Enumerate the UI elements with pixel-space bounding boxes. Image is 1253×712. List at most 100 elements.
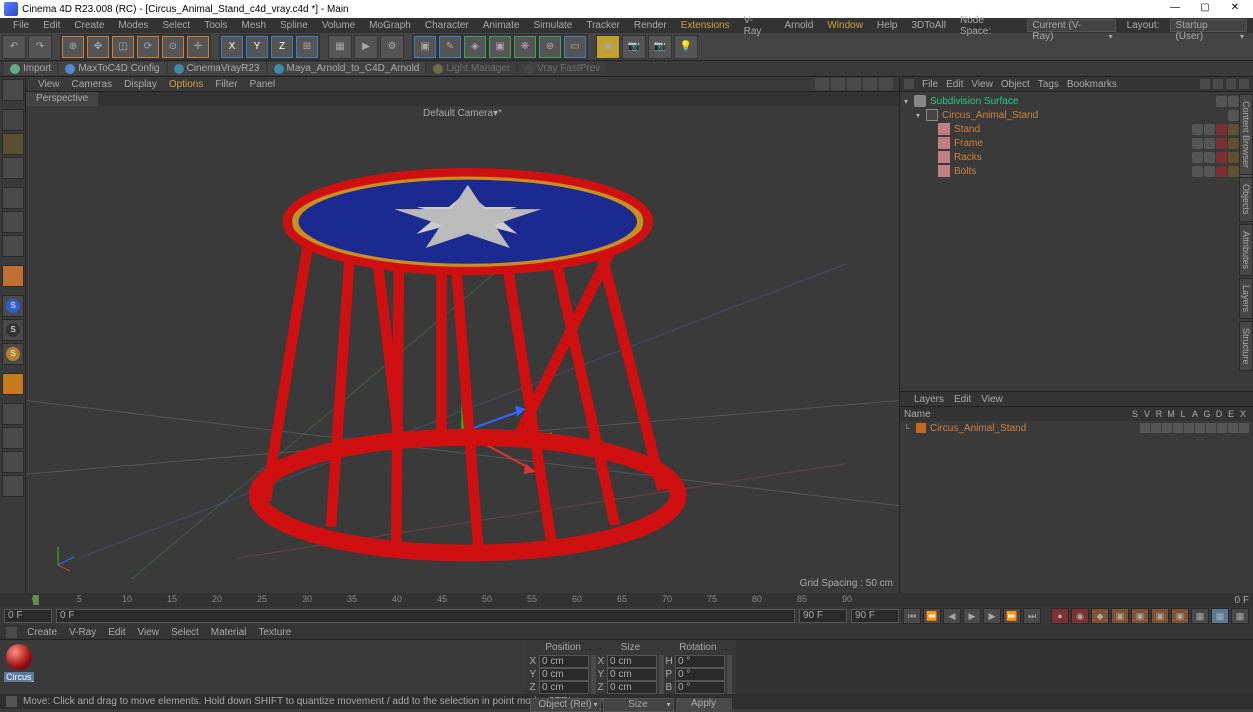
flag-x[interactable] xyxy=(1239,423,1249,433)
om-path-icon[interactable] xyxy=(1226,79,1236,89)
menu-mograph[interactable]: MoGraph xyxy=(362,20,418,31)
make-editable-button[interactable] xyxy=(2,79,24,101)
vp-layout-3[interactable] xyxy=(847,78,861,90)
field-button[interactable]: ⊛ xyxy=(538,35,562,59)
tab-perspective[interactable]: Perspective xyxy=(26,92,98,106)
layer-name[interactable]: Circus_Animal_Stand xyxy=(930,423,1136,434)
mm-create[interactable]: Create xyxy=(21,627,63,638)
size-mode-select[interactable]: Size xyxy=(603,698,674,712)
panel-menu-icon[interactable] xyxy=(904,79,914,89)
om-close-icon[interactable] xyxy=(1239,79,1249,89)
move-button[interactable]: ✥ xyxy=(86,35,110,59)
rot-B[interactable] xyxy=(675,681,725,694)
next-key-button[interactable]: ⏩ xyxy=(1003,608,1021,624)
object-label[interactable]: Stand xyxy=(954,124,980,135)
tab-structure[interactable]: Structure xyxy=(1239,321,1253,372)
menu-help[interactable]: Help xyxy=(870,20,905,31)
object-label[interactable]: Frame xyxy=(954,138,983,149)
axis-button[interactable] xyxy=(2,265,24,287)
menu-window[interactable]: Window xyxy=(820,20,870,31)
viewport[interactable]: Default Camera▾* xyxy=(26,106,899,593)
size-Y[interactable] xyxy=(607,668,657,681)
key-all-button[interactable]: ▦ xyxy=(1211,608,1229,624)
scale-button[interactable]: ◫ xyxy=(111,35,135,59)
key-pos-button[interactable]: ▣ xyxy=(1111,608,1129,624)
flag-a[interactable] xyxy=(1195,423,1205,433)
shelf-import[interactable]: Import xyxy=(4,62,57,75)
tree-row[interactable]: Frame xyxy=(900,136,1253,150)
shelf-maxtoc4d[interactable]: MaxToC4D Config xyxy=(59,62,165,75)
menu-modes[interactable]: Modes xyxy=(111,20,155,31)
om-object[interactable]: Object xyxy=(1001,79,1030,90)
z-axis-button[interactable]: Z xyxy=(270,35,294,59)
menu-edit[interactable]: Edit xyxy=(36,20,67,31)
mm-view[interactable]: View xyxy=(131,627,165,638)
om-search-icon[interactable] xyxy=(1200,79,1210,89)
menu-arnold[interactable]: Arnold xyxy=(777,20,820,31)
menu-extensions[interactable]: Extensions xyxy=(674,20,737,31)
layer-color-icon[interactable] xyxy=(916,423,926,433)
s1-button[interactable]: S xyxy=(2,295,24,317)
flag-g[interactable] xyxy=(1206,423,1216,433)
flag-e[interactable] xyxy=(1228,423,1238,433)
snap-button[interactable] xyxy=(2,373,24,395)
texture-mode-button[interactable] xyxy=(2,133,24,155)
menu-3dtoall[interactable]: 3DToAll xyxy=(905,20,953,31)
vp-display[interactable]: Display xyxy=(118,79,163,90)
menu-tracker[interactable]: Tracker xyxy=(579,20,627,31)
last-tool-button[interactable]: ⊙ xyxy=(161,35,185,59)
layout-dropdown[interactable]: Startup (User) xyxy=(1170,19,1247,32)
om-bookmarks[interactable]: Bookmarks xyxy=(1067,79,1117,90)
render-view-button[interactable]: ▦ xyxy=(328,35,352,59)
rot-P[interactable] xyxy=(675,668,725,681)
vp-cameras[interactable]: Cameras xyxy=(66,79,119,90)
current-frame[interactable]: 0 F xyxy=(56,609,795,623)
floor-button[interactable]: ▭ xyxy=(563,35,587,59)
tab-content-browser[interactable]: Content Browser xyxy=(1239,94,1253,175)
layer-row[interactable]: └ Circus_Animal_Stand xyxy=(900,421,1253,435)
world-button[interactable]: ⊞ xyxy=(295,35,319,59)
mm-texture[interactable]: Texture xyxy=(252,627,297,638)
material-name[interactable]: Circus_a xyxy=(4,672,34,682)
mat-menu-icon[interactable] xyxy=(6,627,17,638)
object-label[interactable]: Racks xyxy=(954,152,982,163)
vp-panel[interactable]: Panel xyxy=(244,79,282,90)
prev-key-button[interactable]: ⏪ xyxy=(923,608,941,624)
play-button[interactable]: ▶ xyxy=(963,608,981,624)
key-opt-button[interactable]: ▦ xyxy=(1231,608,1249,624)
camera-button[interactable]: ◉ xyxy=(596,35,620,59)
grid2-button[interactable] xyxy=(2,427,24,449)
pos-Z[interactable] xyxy=(539,681,589,694)
flag-l[interactable] xyxy=(1184,423,1194,433)
redo-button[interactable]: ↷ xyxy=(28,35,52,59)
mm-select[interactable]: Select xyxy=(165,627,205,638)
y-axis-button[interactable]: Y xyxy=(245,35,269,59)
tree-row[interactable]: Racks xyxy=(900,150,1253,164)
key-rot-button[interactable]: ▣ xyxy=(1151,608,1169,624)
key-pla-button[interactable]: ▦ xyxy=(1191,608,1209,624)
live-select-button[interactable]: ⊕ xyxy=(61,35,85,59)
light-button[interactable]: 💡 xyxy=(674,35,698,59)
timeline[interactable]: 0 F 051015202530354045505560657075808590 xyxy=(0,593,1253,607)
model-mode-button[interactable] xyxy=(2,109,24,131)
shelf-cinemavray[interactable]: CinemaVrayR23 xyxy=(168,62,266,75)
flag-s[interactable] xyxy=(1140,423,1150,433)
render-active-button[interactable]: ▶ xyxy=(354,35,378,59)
subdiv-button[interactable]: ◈ xyxy=(463,35,487,59)
material-shelf[interactable]: Circus_a xyxy=(0,640,526,694)
mm-vray[interactable]: V-Ray xyxy=(63,627,102,638)
tab-layers[interactable]: Layers xyxy=(1239,278,1253,319)
render-settings-button[interactable]: ⚙ xyxy=(380,35,404,59)
apply-button[interactable]: Apply xyxy=(676,698,732,712)
flag-v[interactable] xyxy=(1151,423,1161,433)
cam3-button[interactable]: 📷 xyxy=(648,35,672,59)
tree-row[interactable]: Bolts xyxy=(900,164,1253,178)
om-file[interactable]: File xyxy=(922,79,938,90)
rot-H[interactable] xyxy=(675,655,725,668)
object-label[interactable]: Bolts xyxy=(954,166,976,177)
s2-button[interactable]: S xyxy=(2,319,24,341)
workplane-button[interactable] xyxy=(2,157,24,179)
flag-d[interactable] xyxy=(1217,423,1227,433)
lm-edit[interactable]: Edit xyxy=(954,394,971,405)
s3-button[interactable]: S xyxy=(2,343,24,365)
